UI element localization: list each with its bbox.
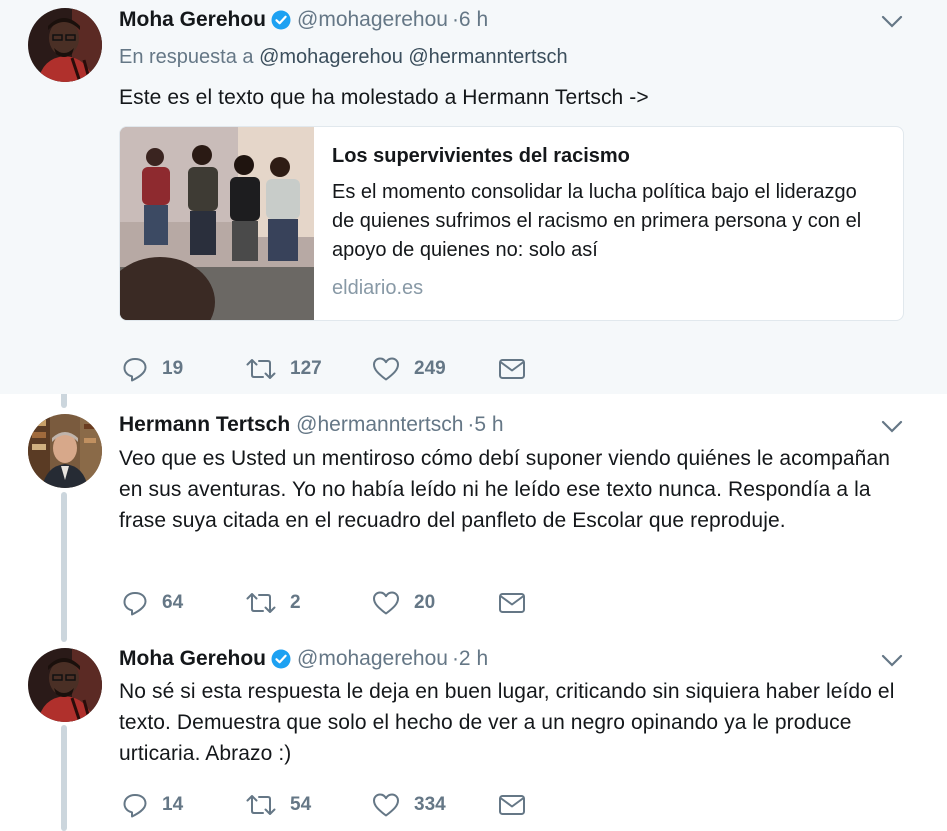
author-name[interactable]: Moha Gerehou [119, 8, 266, 32]
author-handle[interactable]: @hermanntertsch [296, 413, 463, 437]
reply-count: 19 [162, 358, 184, 379]
like-count: 249 [414, 358, 446, 379]
like-button[interactable]: 249 [372, 354, 446, 384]
retweet-count: 54 [290, 794, 312, 815]
author-handle[interactable]: @mohagerehou [297, 8, 448, 32]
author-name[interactable]: Hermann Tertsch [119, 413, 290, 437]
tweet-actions: 14 54 334 [122, 790, 542, 820]
tweet-timestamp[interactable]: ·2 h [452, 647, 488, 671]
avatar[interactable] [28, 8, 102, 82]
direct-message-button[interactable] [498, 790, 526, 820]
tweet-text: Este es el texto que ha molestado a Herm… [119, 86, 649, 109]
retweet-button[interactable]: 54 [246, 790, 311, 820]
retweet-count: 2 [290, 592, 301, 613]
heart-icon [373, 357, 399, 381]
author-handle[interactable]: @mohagerehou [297, 647, 448, 671]
tweet[interactable]: Moha Gerehou @mohagerehou ·6 h En respue… [0, 0, 947, 394]
reply-prefix: En respuesta a [119, 46, 254, 68]
tweet-text: No sé si esta respuesta le deja en buen … [119, 680, 895, 765]
chevron-down-icon[interactable] [881, 654, 903, 668]
reply-button[interactable]: 14 [122, 790, 183, 820]
tweet-actions: 64 2 20 [122, 588, 542, 618]
tweet-text: Veo que es Usted un mentiroso cómo debí … [119, 447, 891, 532]
tweet-actions: 19 127 249 [122, 354, 542, 384]
reply-button[interactable]: 19 [122, 354, 183, 384]
like-button[interactable]: 334 [372, 790, 446, 820]
like-count: 20 [414, 592, 436, 613]
direct-message-button[interactable] [498, 588, 526, 618]
card-description: Es el momento consolidar la lucha políti… [332, 181, 862, 261]
reply-icon [123, 358, 147, 382]
like-button[interactable]: 20 [372, 588, 435, 618]
direct-message-button[interactable] [498, 354, 526, 384]
reply-icon [123, 794, 147, 818]
reply-button[interactable]: 64 [122, 588, 183, 618]
retweet-button[interactable]: 2 [246, 588, 301, 618]
reply-count: 64 [162, 592, 184, 613]
link-card[interactable]: Los supervivientes del racismo Es el mom… [119, 126, 904, 321]
reply-count: 14 [162, 794, 184, 815]
retweet-icon [246, 359, 276, 379]
card-body: Los supervivientes del racismo Es el mom… [332, 145, 872, 300]
verified-badge-icon [271, 649, 291, 669]
card-title: Los supervivientes del racismo [332, 145, 630, 167]
reply-context: En respuesta a @mohagerehou @hermanntert… [119, 46, 568, 69]
reply-mentions[interactable]: @mohagerehou @hermanntertsch [259, 46, 568, 68]
verified-badge-icon [271, 10, 291, 30]
tweet-timestamp[interactable]: ·5 h [467, 413, 503, 437]
tweet[interactable]: Moha Gerehou @mohagerehou ·2 h No sé si … [0, 632, 947, 831]
retweet-icon [246, 593, 276, 613]
chevron-down-icon[interactable] [881, 15, 903, 29]
tweet-header: Hermann Tertsch @hermanntertsch ·5 h [119, 412, 504, 438]
avatar[interactable] [28, 414, 102, 488]
heart-icon [373, 793, 399, 817]
author-name[interactable]: Moha Gerehou [119, 647, 266, 671]
card-image [120, 127, 314, 320]
envelope-icon [499, 359, 525, 379]
heart-icon [373, 591, 399, 615]
envelope-icon [499, 795, 525, 815]
tweet-header: Moha Gerehou @mohagerehou ·2 h [119, 646, 488, 672]
like-count: 334 [414, 794, 446, 815]
tweet[interactable]: Hermann Tertsch @hermanntertsch ·5 h Veo… [0, 394, 947, 632]
retweet-icon [246, 795, 276, 815]
avatar[interactable] [28, 648, 102, 722]
reply-icon [123, 592, 147, 616]
retweet-button[interactable]: 127 [246, 354, 322, 384]
tweet-header: Moha Gerehou @mohagerehou ·6 h [119, 7, 488, 33]
card-domain: eldiario.es [332, 277, 424, 299]
tweet-timestamp[interactable]: ·6 h [452, 8, 488, 32]
retweet-count: 127 [290, 358, 322, 379]
chevron-down-icon[interactable] [881, 420, 903, 434]
envelope-icon [499, 593, 525, 613]
